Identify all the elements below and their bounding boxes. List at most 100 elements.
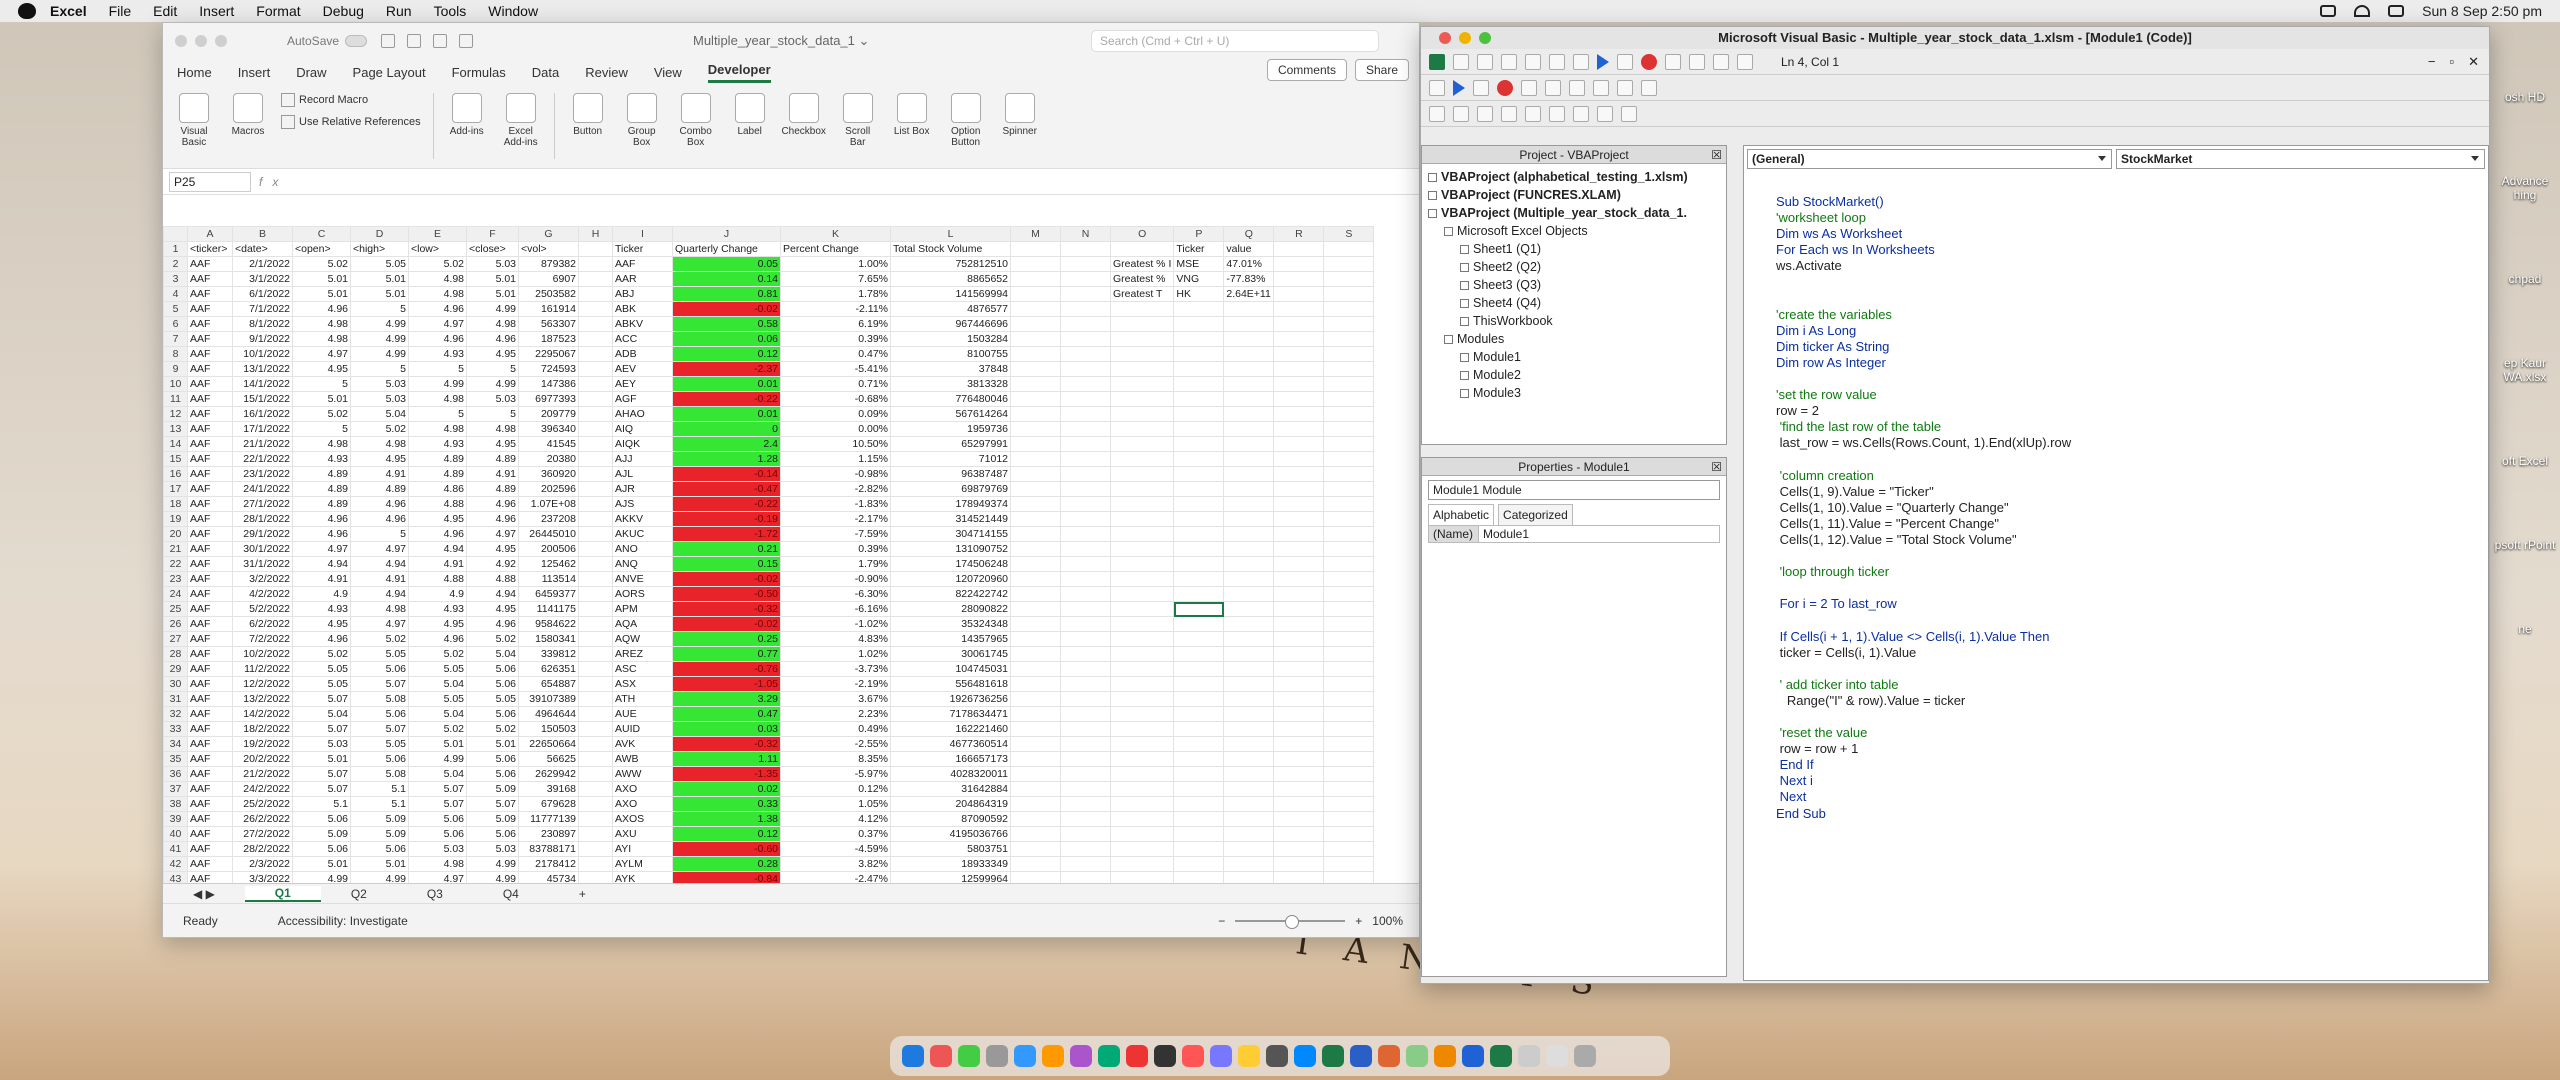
- cell[interactable]: 752812510: [890, 256, 1011, 272]
- desktop-icon-label[interactable]: ep Kaur WA.xlsx: [2490, 356, 2560, 384]
- cell[interactable]: [1010, 586, 1061, 602]
- cell[interactable]: 161914: [518, 301, 579, 317]
- cell[interactable]: 5: [350, 526, 409, 542]
- cell[interactable]: 4.98: [408, 421, 467, 437]
- cell[interactable]: APM: [612, 601, 673, 617]
- code-line[interactable]: ' add ticker into table: [1776, 677, 2071, 693]
- column-header[interactable]: K: [780, 226, 891, 242]
- cell[interactable]: [1223, 406, 1275, 422]
- scroll-bar-button[interactable]: Scroll Bar: [837, 93, 879, 148]
- cell[interactable]: [1010, 316, 1061, 332]
- cell[interactable]: 104745031: [890, 661, 1011, 677]
- module-icon[interactable]: [1460, 317, 1469, 327]
- dock-app-icon[interactable]: [986, 1045, 1008, 1067]
- cell[interactable]: [1273, 676, 1325, 692]
- cell[interactable]: 13/1/2022: [232, 361, 293, 377]
- code-editor[interactable]: Sub StockMarket()'worksheet loop Dim ws A…: [1776, 194, 2071, 822]
- cell[interactable]: 8100755: [890, 346, 1011, 362]
- cell[interactable]: 4.88: [466, 571, 519, 587]
- code-line[interactable]: For i = 2 To last_row: [1776, 596, 2071, 612]
- cell[interactable]: 5.09: [350, 811, 409, 827]
- cell[interactable]: ANVE: [612, 571, 673, 587]
- row-header[interactable]: 28: [163, 646, 188, 662]
- cell[interactable]: 10/2/2022: [232, 646, 293, 662]
- cell[interactable]: 4.98: [292, 436, 351, 452]
- cell[interactable]: [1060, 586, 1111, 602]
- cell[interactable]: 5.03: [466, 256, 519, 272]
- cell[interactable]: -0.90%: [780, 571, 891, 587]
- zoom-level[interactable]: 100%: [1372, 914, 1403, 928]
- row-header[interactable]: 21: [163, 541, 188, 557]
- cell[interactable]: [1109, 391, 1175, 407]
- cell[interactable]: [1010, 331, 1061, 347]
- cell[interactable]: [1323, 541, 1375, 557]
- row-header[interactable]: 32: [163, 706, 188, 722]
- autosave[interactable]: AutoSave: [287, 34, 368, 48]
- cell[interactable]: [578, 481, 613, 497]
- code-line[interactable]: Cells(1, 9).Value = "Ticker": [1776, 484, 2071, 500]
- cell[interactable]: 56625: [518, 751, 579, 767]
- cell[interactable]: AAF: [187, 676, 233, 692]
- cell[interactable]: [1173, 661, 1225, 677]
- cell[interactable]: [1109, 826, 1175, 842]
- cell[interactable]: [578, 346, 613, 362]
- cell[interactable]: 237208: [518, 511, 579, 527]
- cell[interactable]: [1273, 751, 1325, 767]
- cell[interactable]: 4028320011: [890, 766, 1011, 782]
- cell[interactable]: 11/2/2022: [232, 661, 293, 677]
- cell[interactable]: [1323, 826, 1375, 842]
- module-icon[interactable]: [1460, 263, 1469, 273]
- share-button[interactable]: Share: [1354, 59, 1409, 81]
- cell[interactable]: [1109, 421, 1175, 437]
- code-line[interactable]: If Cells(i + 1, 1).Value <> Cells(i, 1).…: [1776, 629, 2071, 645]
- cell[interactable]: 4.94: [350, 556, 409, 572]
- apple-icon[interactable]: [18, 3, 36, 19]
- cell[interactable]: 1.00%: [780, 256, 891, 272]
- cell[interactable]: [1323, 316, 1375, 332]
- cell[interactable]: Percent Change: [780, 241, 891, 257]
- cell[interactable]: -0.32: [672, 736, 781, 752]
- cell[interactable]: 18933349: [890, 856, 1011, 872]
- cell[interactable]: AJJ: [612, 451, 673, 467]
- cell[interactable]: 5.04: [408, 706, 467, 722]
- cell[interactable]: 1.38: [672, 811, 781, 827]
- cell[interactable]: [1273, 241, 1325, 257]
- cell[interactable]: -2.82%: [780, 481, 891, 497]
- cell[interactable]: 12/2/2022: [232, 676, 293, 692]
- cell[interactable]: 6/1/2022: [232, 286, 293, 302]
- insert-icon[interactable]: [1453, 53, 1469, 70]
- cell[interactable]: 5.06: [466, 706, 519, 722]
- cell[interactable]: 0.12: [672, 826, 781, 842]
- row-header[interactable]: 2: [163, 256, 188, 272]
- cell[interactable]: 5.01: [466, 271, 519, 287]
- cell[interactable]: [1060, 361, 1111, 377]
- cell[interactable]: 4964644: [518, 706, 579, 722]
- cell[interactable]: 1.05%: [780, 796, 891, 812]
- cell[interactable]: 5.05: [350, 646, 409, 662]
- cell[interactable]: [1109, 331, 1175, 347]
- row-header[interactable]: 38: [163, 796, 188, 812]
- cell[interactable]: 2/1/2022: [232, 256, 293, 272]
- cell[interactable]: [1109, 676, 1175, 692]
- dock-app-icon[interactable]: [1126, 1045, 1148, 1067]
- cell[interactable]: [1060, 256, 1111, 272]
- cell[interactable]: 1.78%: [780, 286, 891, 302]
- cell[interactable]: [1323, 301, 1375, 317]
- cell[interactable]: 5: [292, 376, 351, 392]
- cell[interactable]: -5.97%: [780, 766, 891, 782]
- tab-alphabetic[interactable]: Alphabetic: [1428, 504, 1495, 525]
- cell[interactable]: 20/2/2022: [232, 751, 293, 767]
- cell[interactable]: 4.88: [408, 571, 467, 587]
- cell[interactable]: [578, 466, 613, 482]
- cell[interactable]: 5.07: [350, 721, 409, 737]
- cell[interactable]: -1.35: [672, 766, 781, 782]
- mdi-minimize-icon[interactable]: −: [2428, 54, 2436, 70]
- cell[interactable]: [1060, 721, 1111, 737]
- cell[interactable]: AAF: [187, 736, 233, 752]
- cell[interactable]: VNG: [1173, 271, 1225, 287]
- cell[interactable]: 0.14: [672, 271, 781, 287]
- cell[interactable]: AVK: [612, 736, 673, 752]
- cell[interactable]: [578, 721, 613, 737]
- cell[interactable]: 17/1/2022: [232, 421, 293, 437]
- cell[interactable]: [1223, 301, 1275, 317]
